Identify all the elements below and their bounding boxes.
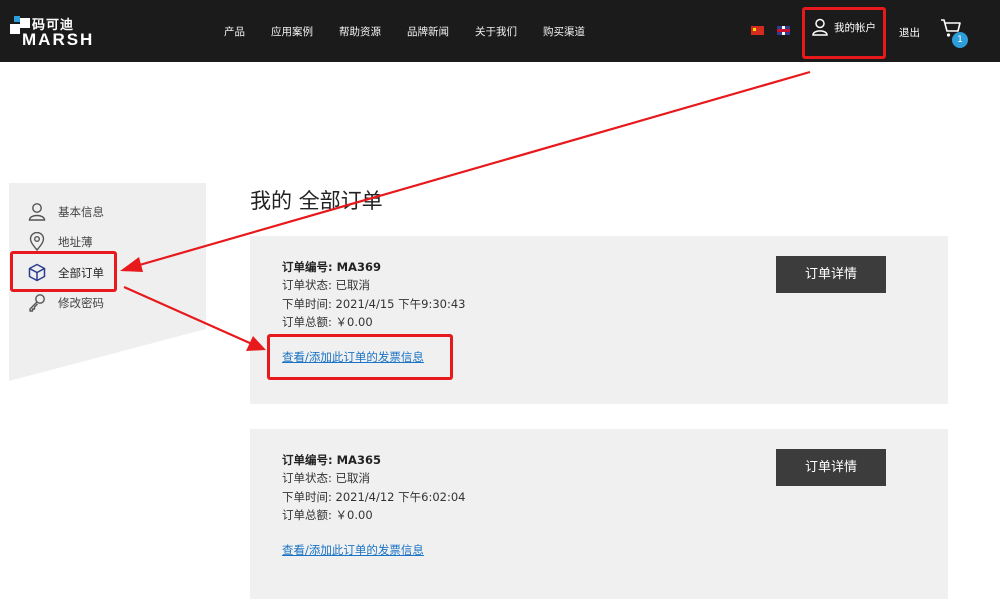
sidebar-item-basic-info[interactable]: 基本信息 bbox=[28, 202, 104, 221]
sidebar-item-label: 基本信息 bbox=[58, 204, 104, 219]
order-info: 订单编号: MA369 订单状态: 已取消 下单时间: 2021/4/15 下午… bbox=[282, 258, 465, 331]
cart-count-badge: 1 bbox=[952, 32, 968, 48]
invoice-link[interactable]: 查看/添加此订单的发票信息 bbox=[282, 542, 424, 558]
china-flag-icon[interactable] bbox=[751, 26, 764, 35]
order-number: 订单编号: MA369 bbox=[282, 260, 381, 274]
annotation-box-account bbox=[802, 7, 886, 59]
order-total: 订单总额: ￥0.00 bbox=[282, 507, 373, 522]
order-time: 下单时间: 2021/4/12 下午6:02:04 bbox=[282, 489, 466, 504]
order-status: 订单状态: 已取消 bbox=[282, 278, 371, 293]
nav-item-products[interactable]: 产品 bbox=[224, 24, 245, 39]
order-time: 下单时间: 2021/4/15 下午9:30:43 bbox=[282, 296, 466, 311]
order-info: 订单编号: MA365 订单状态: 已取消 下单时间: 2021/4/12 下午… bbox=[282, 451, 465, 524]
language-switcher bbox=[751, 26, 803, 35]
marsh-logo[interactable]: 码可迪 MARSH bbox=[10, 14, 100, 50]
order-detail-button[interactable]: 订单详情 bbox=[776, 449, 886, 486]
location-pin-icon bbox=[29, 232, 45, 251]
logo-english-text: MARSH bbox=[22, 30, 95, 49]
uk-flag-icon[interactable] bbox=[777, 26, 790, 35]
sidebar-item-change-password[interactable]: 修改密码 bbox=[28, 293, 104, 312]
annotation-box-invoice-link bbox=[267, 334, 453, 380]
logout-link[interactable]: 退出 bbox=[899, 25, 920, 40]
order-status: 订单状态: 已取消 bbox=[282, 471, 371, 486]
cart-button[interactable]: 1 bbox=[940, 18, 972, 52]
order-card: 订单编号: MA365 订单状态: 已取消 下单时间: 2021/4/12 下午… bbox=[250, 429, 948, 599]
key-icon bbox=[29, 294, 45, 312]
sidebar-item-label: 修改密码 bbox=[58, 295, 104, 310]
sidebar-item-address-book[interactable]: 地址薄 bbox=[28, 232, 93, 251]
order-total: 订单总额: ￥0.00 bbox=[282, 314, 373, 329]
nav-item-help[interactable]: 帮助资源 bbox=[339, 24, 381, 39]
annotation-box-all-orders bbox=[10, 251, 117, 292]
sidebar-item-label: 地址薄 bbox=[58, 234, 93, 249]
main-nav: 产品 应用案例 帮助资源 品牌新闻 关于我们 购买渠道 bbox=[224, 0, 611, 62]
user-icon bbox=[28, 203, 46, 221]
page-title: 我的 全部订单 bbox=[250, 189, 383, 213]
order-detail-button[interactable]: 订单详情 bbox=[776, 256, 886, 293]
nav-item-about[interactable]: 关于我们 bbox=[475, 24, 517, 39]
nav-item-cases[interactable]: 应用案例 bbox=[271, 24, 313, 39]
order-number: 订单编号: MA365 bbox=[282, 453, 381, 467]
nav-item-purchase[interactable]: 购买渠道 bbox=[543, 24, 585, 39]
nav-item-news[interactable]: 品牌新闻 bbox=[407, 24, 449, 39]
